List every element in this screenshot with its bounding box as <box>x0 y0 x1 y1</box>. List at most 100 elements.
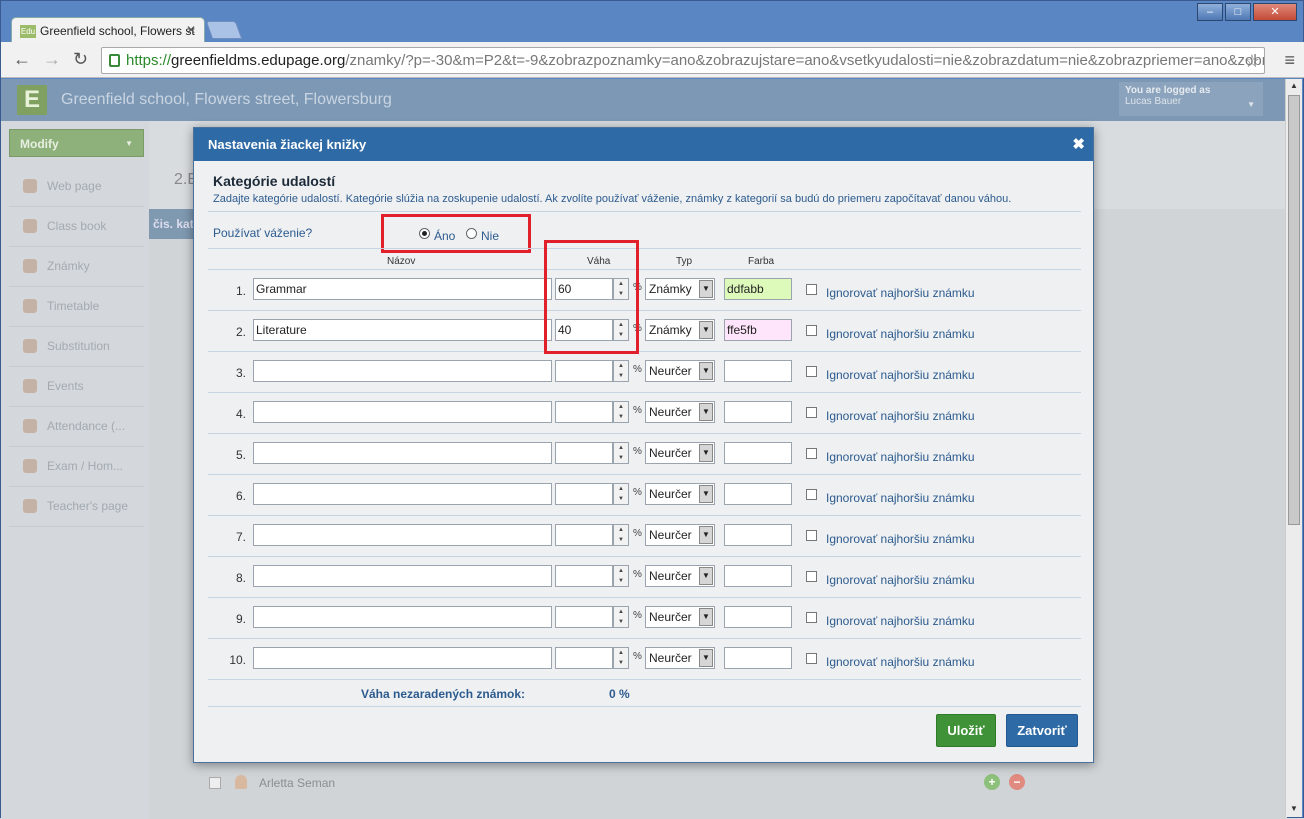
ignore-worst-checkbox[interactable] <box>806 325 817 336</box>
type-select[interactable]: Neurčer ▼ <box>645 401 715 423</box>
close-icon[interactable]: ✖ <box>1072 135 1085 153</box>
weight-input[interactable] <box>555 360 613 382</box>
bookmark-star-icon[interactable]: ☆ <box>1244 51 1260 72</box>
chevron-down-icon[interactable]: ▼ <box>699 485 713 503</box>
ignore-worst-checkbox[interactable] <box>806 407 817 418</box>
sidebar-item-web-page[interactable]: Web page <box>9 167 144 207</box>
forward-arrow-icon[interactable]: → <box>43 50 61 68</box>
chevron-down-icon[interactable]: ▼ <box>699 362 713 380</box>
color-input[interactable] <box>724 565 792 587</box>
weight-input[interactable] <box>555 442 613 464</box>
scroll-thumb[interactable] <box>1288 95 1300 525</box>
browser-tab[interactable]: Edu Greenfield school, Flowers st ✕ <box>11 17 205 43</box>
type-select[interactable]: Neurčer ▼ <box>645 606 715 628</box>
type-select[interactable]: Neurčer ▼ <box>645 360 715 382</box>
color-input[interactable] <box>724 524 792 546</box>
spin-down-icon[interactable]: ▼ <box>618 455 624 461</box>
row-checkbox[interactable] <box>209 777 221 789</box>
ignore-worst-checkbox[interactable] <box>806 612 817 623</box>
color-input[interactable] <box>724 401 792 423</box>
sidebar-item-exam-homework[interactable]: Exam / Hom... <box>9 447 144 487</box>
type-select[interactable]: Neurčer ▼ <box>645 647 715 669</box>
type-select[interactable]: Známky ▼ <box>645 278 715 300</box>
spin-down-icon[interactable]: ▼ <box>618 619 624 625</box>
page-scrollbar[interactable]: ▲ ▼ <box>1285 79 1302 817</box>
ignore-worst-checkbox[interactable] <box>806 448 817 459</box>
spin-up-icon[interactable]: ▲ <box>618 527 624 533</box>
chevron-down-icon[interactable]: ▼ <box>699 567 713 585</box>
weight-spinner[interactable]: ▲ ▼ <box>613 647 629 669</box>
chevron-down-icon[interactable]: ▼ <box>699 608 713 626</box>
spin-down-icon[interactable]: ▼ <box>618 660 624 666</box>
category-name-input[interactable] <box>253 360 552 382</box>
sidebar-item-attendance[interactable]: Attendance (... <box>9 407 144 447</box>
chevron-down-icon[interactable]: ▼ <box>699 280 713 298</box>
chevron-down-icon[interactable]: ▼ <box>699 649 713 667</box>
spin-up-icon[interactable]: ▲ <box>618 486 624 492</box>
address-bar[interactable]: https://greenfieldms.edupage.org/znamky/… <box>101 47 1265 74</box>
weight-input[interactable] <box>555 401 613 423</box>
chevron-down-icon[interactable]: ▼ <box>699 444 713 462</box>
spin-down-icon[interactable]: ▼ <box>618 414 624 420</box>
scroll-down-icon[interactable]: ▼ <box>1290 804 1298 813</box>
ignore-worst-checkbox[interactable] <box>806 284 817 295</box>
color-input[interactable] <box>724 483 792 505</box>
close-window-button[interactable]: ✕ <box>1253 3 1297 21</box>
sidebar-item-znamky[interactable]: Známky <box>9 247 144 287</box>
type-select[interactable]: Neurčer ▼ <box>645 483 715 505</box>
scroll-up-icon[interactable]: ▲ <box>1290 81 1298 90</box>
menu-icon[interactable]: ≡ <box>1284 50 1295 71</box>
maximize-button[interactable]: □ <box>1225 3 1251 21</box>
color-input[interactable] <box>724 442 792 464</box>
ignore-worst-checkbox[interactable] <box>806 571 817 582</box>
type-select[interactable]: Neurčer ▼ <box>645 524 715 546</box>
close-tab-icon[interactable]: ✕ <box>186 23 196 37</box>
weight-spinner[interactable]: ▲ ▼ <box>613 606 629 628</box>
weight-spinner[interactable]: ▲ ▼ <box>613 483 629 505</box>
ignore-worst-checkbox[interactable] <box>806 489 817 500</box>
spin-down-icon[interactable]: ▼ <box>618 578 624 584</box>
category-name-input[interactable] <box>253 483 552 505</box>
user-menu[interactable]: You are logged as Lucas Bauer ▼ <box>1119 82 1263 116</box>
close-button[interactable]: Zatvoriť <box>1006 714 1078 747</box>
spin-down-icon[interactable]: ▼ <box>618 537 624 543</box>
color-input[interactable]: ffe5fb <box>724 319 792 341</box>
sidebar-item-class-book[interactable]: Class book <box>9 207 144 247</box>
weight-spinner[interactable]: ▲ ▼ <box>613 360 629 382</box>
color-input[interactable] <box>724 606 792 628</box>
back-arrow-icon[interactable]: ← <box>13 50 31 68</box>
category-name-input[interactable] <box>253 565 552 587</box>
spin-up-icon[interactable]: ▲ <box>618 609 624 615</box>
sidebar-item-timetable[interactable]: Timetable <box>9 287 144 327</box>
category-name-input[interactable] <box>253 524 552 546</box>
save-button[interactable]: Uložiť <box>936 714 996 747</box>
spin-down-icon[interactable]: ▼ <box>618 496 624 502</box>
weight-input[interactable] <box>555 524 613 546</box>
ignore-worst-checkbox[interactable] <box>806 653 817 664</box>
chevron-down-icon[interactable]: ▼ <box>699 321 713 339</box>
type-select[interactable]: Známky ▼ <box>645 319 715 341</box>
remove-icon[interactable]: − <box>1009 774 1025 790</box>
modify-button[interactable]: Modify ▼ <box>9 129 144 157</box>
chevron-down-icon[interactable]: ▼ <box>699 526 713 544</box>
spin-down-icon[interactable]: ▼ <box>618 373 624 379</box>
color-input[interactable]: ddfabb <box>724 278 792 300</box>
weight-spinner[interactable]: ▲ ▼ <box>613 524 629 546</box>
ignore-worst-checkbox[interactable] <box>806 530 817 541</box>
color-input[interactable] <box>724 647 792 669</box>
category-name-input[interactable]: Grammar <box>253 278 552 300</box>
type-select[interactable]: Neurčer ▼ <box>645 565 715 587</box>
category-name-input[interactable] <box>253 647 552 669</box>
weight-input[interactable] <box>555 483 613 505</box>
reload-icon[interactable]: ↻ <box>73 50 88 68</box>
spin-up-icon[interactable]: ▲ <box>618 650 624 656</box>
sidebar-item-substitution[interactable]: Substitution <box>9 327 144 367</box>
minimize-button[interactable]: – <box>1197 3 1223 21</box>
new-tab-button[interactable] <box>205 21 243 39</box>
weight-spinner[interactable]: ▲ ▼ <box>613 442 629 464</box>
weight-input[interactable] <box>555 606 613 628</box>
weight-input[interactable] <box>555 565 613 587</box>
category-name-input[interactable]: Literature <box>253 319 552 341</box>
type-select[interactable]: Neurčer ▼ <box>645 442 715 464</box>
weight-input[interactable] <box>555 647 613 669</box>
